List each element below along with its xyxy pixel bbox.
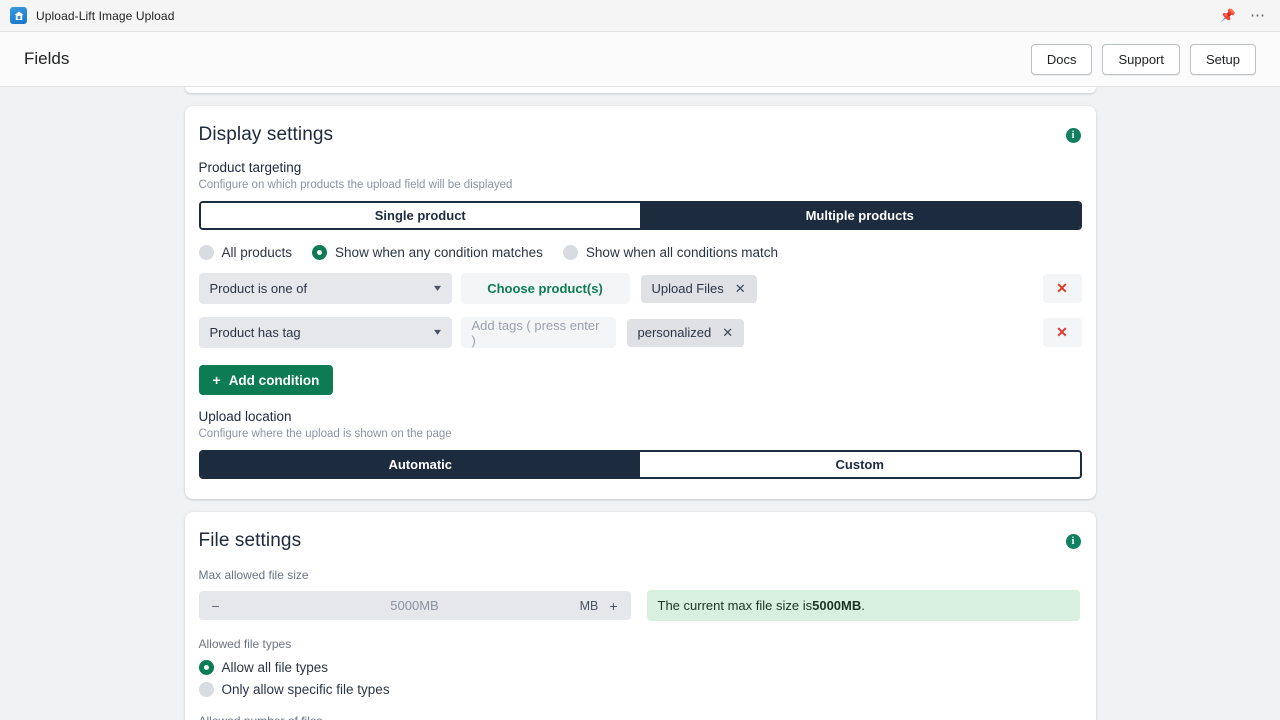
radio-label: All products: [221, 245, 293, 260]
setup-button[interactable]: Setup: [1190, 43, 1256, 75]
condition-type-select[interactable]: Product has tag ▾: [198, 317, 452, 348]
segment-custom[interactable]: Custom: [640, 452, 1080, 477]
choose-products-button[interactable]: Choose product(s): [460, 273, 630, 304]
page-title: Fields: [24, 49, 70, 68]
radio-only-specific-file-types[interactable]: Only allow specific file types: [198, 682, 1082, 697]
radio-all-products[interactable]: All products: [198, 245, 293, 260]
display-settings-card: Display settings i Product targeting Con…: [184, 106, 1096, 499]
radio-circle-icon: [198, 682, 214, 697]
condition-value-chip: personalized ✕: [626, 318, 745, 347]
pin-icon[interactable]: 📌: [1220, 9, 1236, 22]
display-settings-title: Display settings: [198, 124, 334, 145]
max-file-size-label: Max allowed file size: [198, 568, 309, 582]
file-settings-header: File settings i: [199, 530, 1082, 552]
segment-multiple-products[interactable]: Multiple products: [640, 203, 1080, 228]
radio-label: Only allow specific file types: [221, 682, 390, 697]
radio-circle-selected-icon: [198, 660, 214, 675]
allowed-file-types-label: Allowed file types: [198, 637, 292, 651]
remove-condition-button[interactable]: ✕: [1042, 318, 1082, 347]
upload-app-icon: [10, 7, 27, 24]
radio-label: Show when all conditions match: [585, 245, 779, 260]
radio-circle-icon: [198, 245, 214, 260]
condition-type-select[interactable]: Product is one of ▾: [198, 273, 452, 304]
file-settings-card: File settings i Max allowed file size − …: [184, 512, 1096, 720]
max-file-size-unit: MB: [579, 598, 599, 613]
max-file-size-stepper[interactable]: − 5000MB MB +: [198, 591, 631, 620]
increment-icon[interactable]: +: [609, 598, 617, 614]
plus-icon: +: [212, 372, 221, 388]
file-settings-title: File settings: [198, 530, 302, 551]
allowed-file-types-radio-group: Allow all file types Only allow specific…: [198, 660, 1082, 697]
product-targeting-help: Configure on which products the upload f…: [198, 179, 513, 191]
condition-row: Product has tag ▾ Add tags ( press enter…: [198, 317, 1082, 348]
docs-button[interactable]: Docs: [1030, 43, 1093, 75]
condition-value-chip: Upload Files ✕: [640, 274, 757, 303]
add-condition-button[interactable]: + Add condition: [198, 365, 334, 395]
previous-card-edge: [184, 87, 1096, 93]
chevron-down-icon: ▾: [434, 283, 442, 294]
radio-all-conditions[interactable]: Show when all conditions match: [562, 245, 779, 260]
radio-any-condition[interactable]: Show when any condition matches: [312, 245, 543, 260]
info-icon[interactable]: i: [1065, 128, 1081, 143]
segment-automatic[interactable]: Automatic: [200, 452, 640, 477]
decrement-icon[interactable]: −: [212, 598, 220, 614]
radio-circle-selected-icon: [312, 245, 328, 260]
app-header: Fields Docs Support Setup: [0, 32, 1280, 87]
product-targeting-label: Product targeting: [198, 160, 302, 175]
tab-title: Upload-Lift Image Upload: [36, 8, 175, 23]
max-file-size-row: − 5000MB MB + The current max file size …: [198, 590, 1082, 621]
header-actions: Docs Support Setup: [1030, 43, 1256, 75]
condition-row: Product is one of ▾ Choose product(s) Up…: [198, 273, 1082, 304]
add-tags-input[interactable]: Add tags ( press enter ): [460, 317, 616, 348]
chip-remove-icon[interactable]: ✕: [735, 281, 746, 297]
settings-scroll-area[interactable]: Display settings i Product targeting Con…: [0, 87, 1280, 720]
max-file-size-banner: The current max file size is 5000MB.: [646, 590, 1080, 621]
banner-prefix: The current max file size is: [657, 598, 813, 613]
condition-type-value: Product has tag: [209, 325, 301, 340]
upload-location-help: Configure where the upload is shown on t…: [198, 428, 452, 440]
radio-circle-icon: [562, 245, 578, 260]
upload-location-segmented-control[interactable]: Automatic Custom: [198, 450, 1082, 479]
chip-label: personalized: [637, 325, 712, 340]
max-file-size-value: 5000MB: [390, 598, 439, 613]
remove-condition-button[interactable]: ✕: [1042, 274, 1082, 303]
chevron-down-icon: ▾: [434, 327, 442, 338]
upload-location-label: Upload location: [198, 409, 292, 424]
banner-value: 5000MB: [812, 598, 862, 613]
info-icon[interactable]: i: [1065, 534, 1081, 549]
display-settings-header: Display settings i: [199, 124, 1082, 146]
segment-single-product[interactable]: Single product: [200, 203, 640, 228]
product-targeting-segmented-control[interactable]: Single product Multiple products: [198, 201, 1082, 230]
radio-allow-all-file-types[interactable]: Allow all file types: [198, 660, 1082, 675]
add-condition-label: Add condition: [228, 372, 320, 388]
chip-label: Upload Files: [651, 281, 724, 296]
more-options-icon[interactable]: ⋯: [1250, 8, 1266, 23]
radio-label: Show when any condition matches: [335, 245, 543, 260]
support-button[interactable]: Support: [1102, 43, 1181, 75]
match-mode-radio-group: All products Show when any condition mat…: [198, 245, 1082, 260]
allowed-number-of-files-label: Allowed number of files: [199, 714, 1082, 720]
condition-type-value: Product is one of: [209, 281, 308, 296]
radio-label: Allow all file types: [221, 660, 329, 675]
chip-remove-icon[interactable]: ✕: [722, 325, 733, 341]
banner-suffix: .: [861, 598, 865, 613]
browser-titlebar: Upload-Lift Image Upload 📌 ⋯: [0, 0, 1280, 32]
